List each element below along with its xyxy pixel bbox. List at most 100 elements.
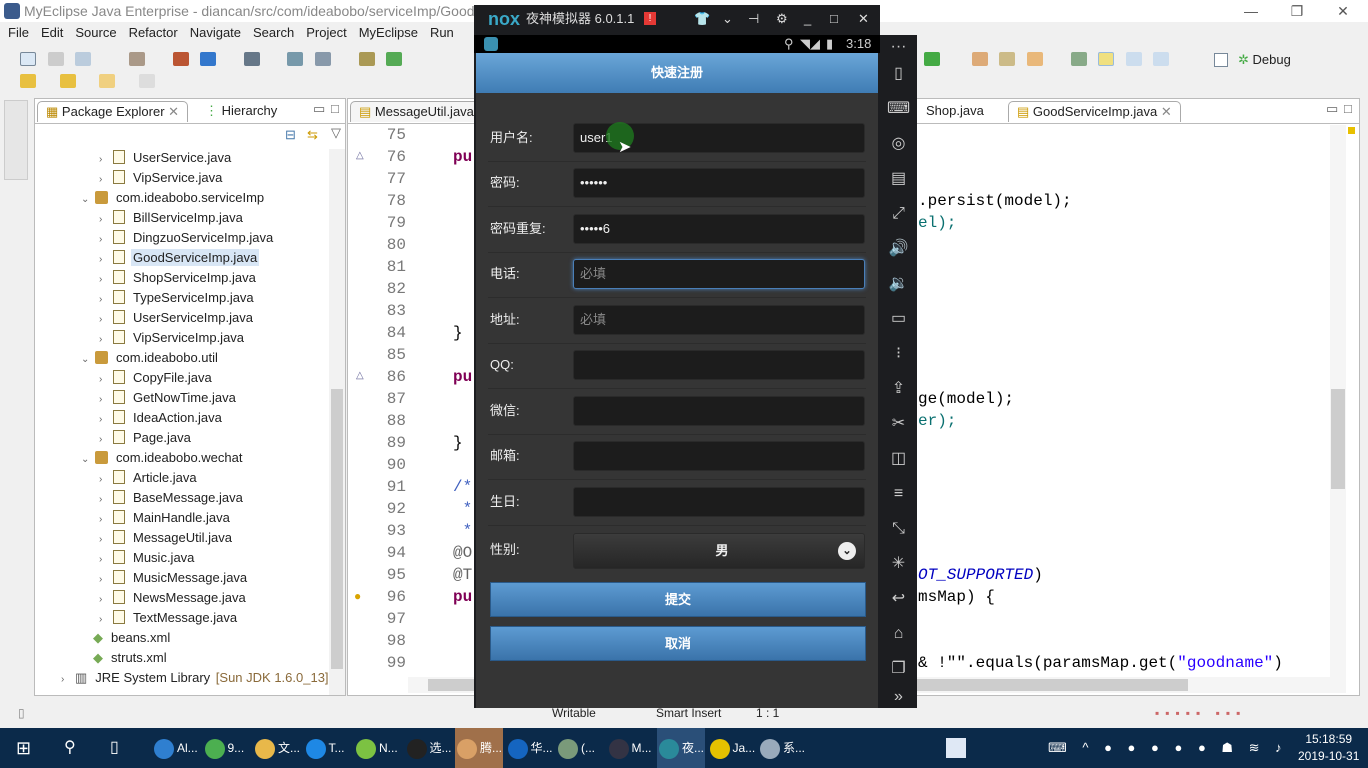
menu-run[interactable]: Run — [430, 25, 454, 40]
server-icon[interactable] — [358, 52, 375, 66]
code-line-89[interactable]: } — [453, 432, 463, 454]
clock-date[interactable]: 2019-10-31 — [1298, 748, 1359, 765]
tree-item[interactable]: › UserServiceImp.java — [99, 308, 255, 328]
view-menu-icon[interactable]: ▽ — [331, 125, 341, 141]
overview-ruler[interactable] — [1346, 125, 1358, 693]
volume-down-icon[interactable]: 🔉 — [880, 272, 917, 296]
search-icon[interactable]: ⚲ — [64, 737, 76, 757]
taskbar-app[interactable]: T... — [304, 728, 352, 768]
expand-chevron-icon[interactable]: ⌄ — [81, 190, 95, 210]
menu-source[interactable]: Source — [75, 25, 116, 40]
expand-chevron-icon[interactable]: › — [99, 390, 113, 410]
nox-close-button[interactable]: ✕ — [858, 5, 869, 33]
expand-chevron-icon[interactable]: › — [99, 150, 113, 170]
taskbar-app[interactable]: 选... — [405, 728, 453, 768]
open-task-icon[interactable] — [1026, 52, 1043, 66]
tree-item[interactable]: ◆ struts.xml — [93, 648, 169, 668]
prev-annotation-icon[interactable] — [59, 74, 76, 88]
tree-item[interactable]: ⌄ com.ideabobo.wechat — [81, 448, 244, 468]
form-input[interactable] — [573, 441, 865, 471]
code-line-84[interactable]: } — [453, 322, 463, 344]
taskbar-app[interactable]: Al... — [152, 728, 200, 768]
code-line-96-right[interactable]: msMap) { — [918, 586, 995, 608]
taskbar-app[interactable]: 夜... — [657, 728, 705, 768]
expand-chevron-icon[interactable]: › — [99, 370, 113, 390]
taskbar-app[interactable]: (... — [556, 728, 604, 768]
run-server-icon[interactable] — [287, 52, 304, 66]
menu-project[interactable]: Project — [306, 25, 346, 40]
screenshot-scissors-icon[interactable]: ✂ — [880, 412, 917, 436]
expand-chevron-icon[interactable]: › — [99, 530, 113, 550]
expand-chevron-icon[interactable]: › — [99, 570, 113, 590]
tree-item[interactable]: › ▥ JRE System Library [Sun JDK 1.6.0_13] — [61, 668, 329, 688]
code-line-96[interactable]: pu — [453, 586, 472, 608]
gender-select[interactable]: 男 ⌄ — [573, 533, 865, 569]
form-input[interactable] — [573, 350, 865, 380]
screen-icon[interactable]: ▤ — [880, 167, 917, 191]
expand-chevron-icon[interactable]: › — [99, 590, 113, 610]
tab-shop[interactable]: Shop.java — [918, 101, 992, 122]
toggle-mark-icon[interactable] — [1070, 52, 1087, 66]
close-tab-icon[interactable]: ✕ — [1161, 104, 1172, 119]
tree-item[interactable]: ◆ beans.xml — [93, 628, 172, 648]
code-line-76[interactable]: pu — [453, 146, 472, 168]
tree-item[interactable]: › MessageUtil.java — [99, 528, 234, 548]
expand-chevron-icon[interactable]: › — [99, 290, 113, 310]
keyboard-icon[interactable]: ⌨ — [880, 97, 917, 121]
tree-item[interactable]: › VipServiceImp.java — [99, 328, 246, 348]
location-icon[interactable]: ◎ — [880, 132, 917, 156]
dropdown-icon[interactable]: ⌄ — [722, 5, 733, 33]
taskbar-app[interactable]: N... — [354, 728, 402, 768]
code-line-95[interactable]: @T — [453, 564, 472, 586]
expand-chevron-icon[interactable]: › — [61, 670, 75, 690]
tree-item[interactable]: › VipService.java — [99, 168, 224, 188]
expand-chevron-icon[interactable]: › — [99, 550, 113, 570]
task-view-icon[interactable]: ▯ — [110, 737, 119, 757]
code-line-93[interactable]: * — [453, 520, 473, 542]
cancel-button[interactable]: 取消 — [490, 626, 866, 661]
tree-item[interactable]: › TypeServiceImp.java — [99, 288, 256, 308]
tree-item[interactable]: › DingzuoServiceImp.java — [99, 228, 275, 248]
start-button[interactable]: ⊞ — [16, 738, 31, 759]
editor-vertical-scrollbar[interactable] — [1330, 125, 1346, 693]
expand-chevron-icon[interactable]: › — [99, 310, 113, 330]
browser-icon[interactable] — [315, 52, 331, 66]
expand-chevron-icon[interactable]: › — [99, 410, 113, 430]
more-icon[interactable]: ··· — [880, 35, 917, 59]
tree-item[interactable]: › GoodServiceImp.java — [99, 248, 260, 268]
code-line-86[interactable]: pu — [453, 366, 472, 388]
tree-item[interactable]: › GetNowTime.java — [99, 388, 238, 408]
tree-item[interactable]: ⌄ com.ideabobo.serviceImp — [81, 188, 266, 208]
link-editor-icon[interactable]: ⇆ — [307, 127, 318, 143]
expand-chevron-icon[interactable]: › — [99, 510, 113, 530]
new-icon[interactable] — [20, 52, 36, 66]
tray-icons[interactable]: ⌨ ^ ● ● ● ● ● ☗ ≋ ♪ — [1048, 740, 1288, 756]
highlight-icon[interactable] — [1098, 52, 1115, 66]
form-input[interactable]: •••••6 — [573, 214, 865, 244]
nox-maximize-button[interactable]: □ — [830, 5, 838, 33]
expand-chevron-icon[interactable]: › — [99, 330, 113, 350]
block-select-icon[interactable] — [1125, 52, 1142, 66]
code-line-79-right[interactable]: el); — [918, 212, 956, 234]
rotate-phone-icon[interactable]: ▯ — [880, 62, 917, 86]
open-type-icon[interactable] — [971, 52, 988, 66]
expand-chevron-icon[interactable]: › — [99, 210, 113, 230]
home-icon[interactable]: ⌂ — [880, 622, 917, 646]
debug-perspective[interactable]: ✲ Debug — [1238, 52, 1291, 68]
maximize-button[interactable]: ❐ — [1274, 0, 1320, 22]
new-web-icon[interactable] — [200, 52, 217, 66]
tree-item[interactable]: › ShopServiceImp.java — [99, 268, 258, 288]
code-line-78-right[interactable]: .persist(model); — [918, 190, 1072, 212]
word-icon[interactable] — [946, 738, 966, 758]
tree-item[interactable]: › TextMessage.java — [99, 608, 239, 628]
taskbar-app[interactable]: 文... — [253, 728, 301, 768]
tab-hierarchy[interactable]: ⋮ Hierarchy — [197, 101, 285, 122]
pin-icon[interactable]: ⊣ — [748, 5, 759, 33]
run-icon[interactable] — [386, 52, 403, 66]
perspective-switcher-icons[interactable]: ▪▪▪▪▪ ▪▪▪ — [1155, 700, 1246, 726]
collapse-all-icon[interactable]: ⊟ — [285, 127, 296, 143]
code-line-92[interactable]: * — [453, 498, 473, 520]
code-line-88-right[interactable]: er); — [918, 410, 956, 432]
maximize-view-icon[interactable]: □ — [331, 101, 339, 116]
expand-chevron-icon[interactable]: › — [99, 430, 113, 450]
